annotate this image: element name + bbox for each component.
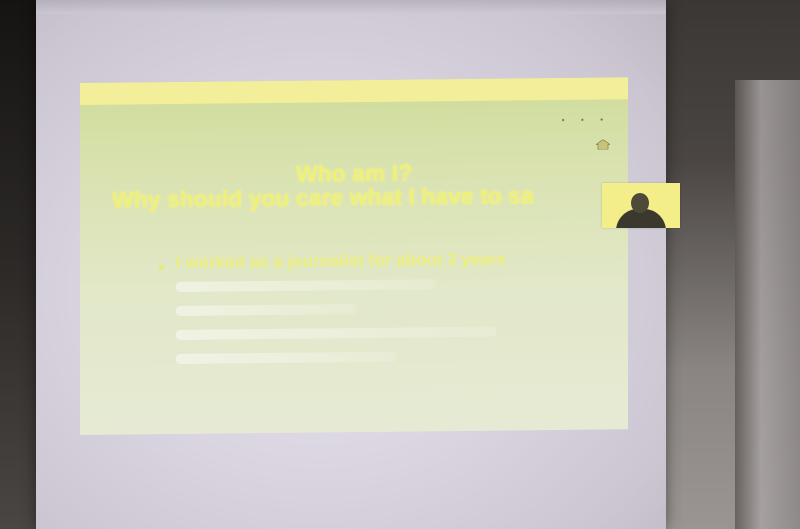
faded-line xyxy=(176,279,436,292)
bullet-text: I worked as a journalist for about 3 yea… xyxy=(176,249,506,272)
slide-header-bar xyxy=(80,77,628,105)
projector-screen: • • • Who am I? Why should you care what… xyxy=(36,0,680,529)
projected-slide: • • • Who am I? Why should you care what… xyxy=(80,77,628,436)
room-background: • • • Who am I? Why should you care what… xyxy=(0,0,800,529)
header-dots: • • • xyxy=(560,115,610,125)
slide-subtitle: Why should you care what I have to sa xyxy=(112,182,534,213)
home-icon xyxy=(596,139,610,150)
presenter-head xyxy=(631,193,649,213)
faded-line xyxy=(176,351,396,364)
bullet-marker: • xyxy=(156,258,167,280)
screen-top-edge xyxy=(36,0,666,14)
faded-line xyxy=(176,326,496,340)
left-wall xyxy=(0,0,38,529)
presenter-webcam xyxy=(602,183,680,228)
faded-text-block xyxy=(176,278,536,378)
faded-line xyxy=(176,304,356,316)
right-curtain xyxy=(735,80,800,529)
